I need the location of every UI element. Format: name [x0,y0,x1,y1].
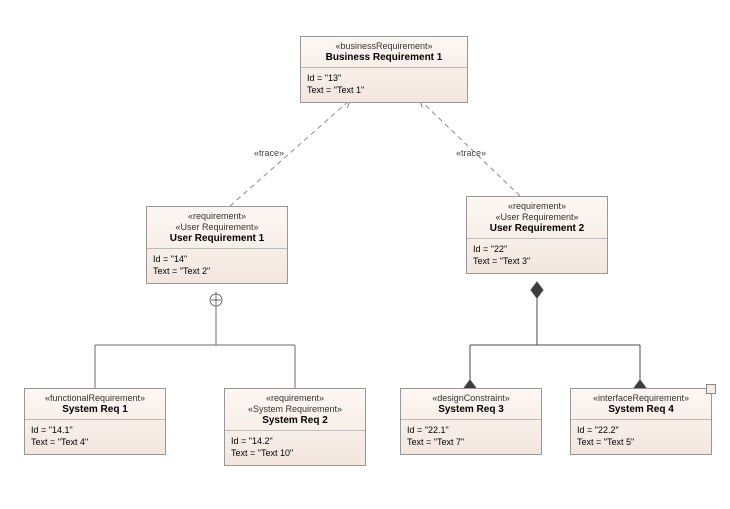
port-icon [706,384,716,394]
diagram-canvas: «trace» «trace» «businessRequirement» Bu… [0,0,730,509]
node-title: System Req 2 [231,415,359,427]
node-user-requirement-2[interactable]: «requirement» «User Requirement» User Re… [466,196,608,274]
node-title: System Req 1 [31,404,159,416]
stereotype: «businessRequirement» [307,41,461,52]
node-title: Business Requirement 1 [307,52,461,64]
node-user-requirement-1[interactable]: «requirement» «User Requirement» User Re… [146,206,288,284]
node-title: System Req 3 [407,404,535,416]
id-line: Id = "14" [153,253,281,265]
text-line: Text = "Text 3" [473,255,601,267]
node-business-requirement-1[interactable]: «businessRequirement» Business Requireme… [300,36,468,103]
trace-label-left: «trace» [254,148,284,158]
text-line: Text = "Text 7" [407,436,535,448]
stereotype: «User Requirement» [153,222,281,233]
node-system-req-4[interactable]: «interfaceRequirement» System Req 4 Id =… [570,388,712,455]
trace-label-right: «trace» [456,148,486,158]
id-line: Id = "14.2" [231,435,359,447]
id-line: Id = "14.1" [31,424,159,436]
text-line: Text = "Text 1" [307,84,461,96]
node-system-req-3[interactable]: «designConstraint» System Req 3 Id = "22… [400,388,542,455]
node-title: User Requirement 2 [473,223,601,235]
text-line: Text = "Text 10" [231,447,359,459]
id-line: Id = "22.1" [407,424,535,436]
id-line: Id = "13" [307,72,461,84]
text-line: Text = "Text 5" [577,436,705,448]
stereotype: «System Requirement» [231,404,359,415]
node-system-req-2[interactable]: «requirement» «System Requirement» Syste… [224,388,366,466]
stereotype: «functionalRequirement» [31,393,159,404]
node-system-req-1[interactable]: «functionalRequirement» System Req 1 Id … [24,388,166,455]
stereotype: «requirement» [153,211,281,222]
stereotype: «requirement» [231,393,359,404]
stereotype: «requirement» [473,201,601,212]
id-line: Id = "22" [473,243,601,255]
id-line: Id = "22.2" [577,424,705,436]
stereotype: «User Requirement» [473,212,601,223]
text-line: Text = "Text 4" [31,436,159,448]
text-line: Text = "Text 2" [153,265,281,277]
stereotype: «designConstraint» [407,393,535,404]
node-title: System Req 4 [577,404,705,416]
node-title: User Requirement 1 [153,233,281,245]
stereotype: «interfaceRequirement» [577,393,705,404]
